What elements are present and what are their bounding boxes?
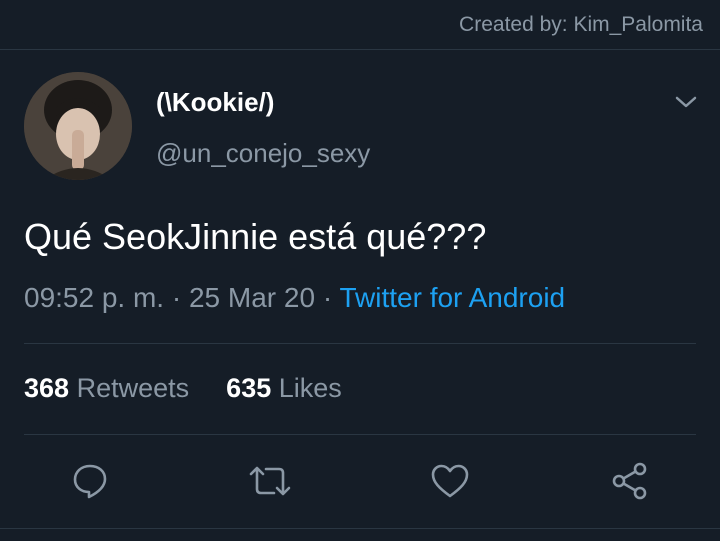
user-handle[interactable]: @un_conejo_sexy bbox=[156, 138, 370, 169]
watermark-text: Created by: Kim_Palomita bbox=[459, 13, 703, 36]
meta-separator: · bbox=[322, 282, 333, 313]
reply-button[interactable] bbox=[66, 455, 114, 507]
divider bbox=[0, 49, 720, 50]
like-button[interactable] bbox=[426, 455, 474, 507]
meta-separator: · bbox=[171, 282, 182, 313]
retweet-icon bbox=[249, 466, 291, 496]
share-button[interactable] bbox=[606, 455, 654, 507]
chevron-down-icon[interactable] bbox=[674, 92, 698, 112]
share-icon bbox=[612, 462, 647, 500]
divider bbox=[0, 528, 720, 529]
likes-count: 635 bbox=[226, 373, 272, 403]
retweets-stat[interactable]: 368 Retweets bbox=[24, 373, 189, 403]
tweet-meta: 09:52 p. m. · 25 Mar 20 · Twitter for An… bbox=[24, 282, 565, 314]
retweets-label: Retweets bbox=[76, 373, 190, 403]
likes-stat[interactable]: 635 Likes bbox=[226, 373, 342, 403]
divider bbox=[24, 434, 696, 435]
tweet-stats: 368 Retweets 635 Likes bbox=[24, 373, 342, 404]
reply-icon bbox=[73, 464, 107, 499]
likes-label: Likes bbox=[278, 373, 342, 403]
retweets-count: 368 bbox=[24, 373, 70, 403]
action-bar bbox=[0, 455, 720, 507]
avatar[interactable] bbox=[24, 72, 132, 180]
heart-icon bbox=[431, 464, 469, 498]
tweet-time: 09:52 p. m. bbox=[24, 282, 165, 313]
divider bbox=[24, 343, 696, 344]
tweet-source-link[interactable]: Twitter for Android bbox=[339, 282, 565, 313]
retweet-button[interactable] bbox=[246, 455, 294, 507]
avatar-image bbox=[24, 72, 132, 180]
display-name[interactable]: (\Kookie/) bbox=[156, 87, 274, 118]
tweet-date: 25 Mar 20 bbox=[188, 282, 316, 313]
tweet-text: Qué SeokJinnie está qué??? bbox=[24, 216, 487, 257]
